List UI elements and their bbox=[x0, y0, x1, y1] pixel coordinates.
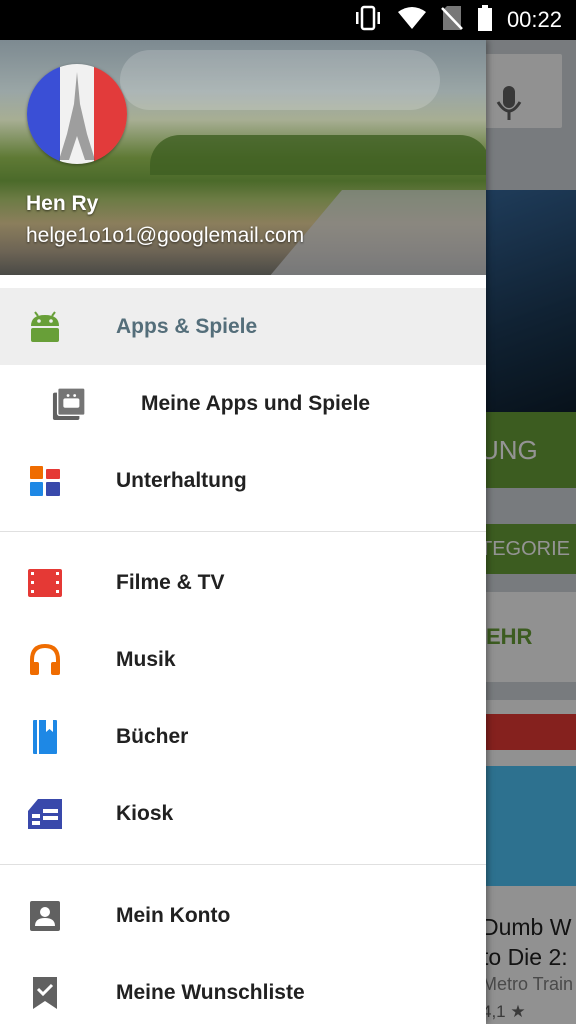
menu-label: Bücher bbox=[116, 724, 189, 748]
vibrate-icon bbox=[353, 5, 383, 36]
menu-label: Filme & TV bbox=[116, 570, 225, 594]
menu-item-apps-games[interactable]: Apps & Spiele bbox=[0, 288, 486, 365]
menu-label: Meine Apps und Spiele bbox=[141, 391, 371, 415]
no-sim-icon bbox=[441, 5, 463, 36]
movies-icon bbox=[28, 566, 62, 600]
divider bbox=[0, 531, 486, 532]
menu-item-entertainment[interactable]: Unterhaltung bbox=[0, 442, 486, 519]
eiffel-tower-icon bbox=[59, 72, 95, 160]
my-apps-icon bbox=[52, 386, 86, 421]
wishlist-icon bbox=[28, 976, 62, 1010]
newsstand-icon bbox=[28, 797, 62, 831]
menu-label: Mein Konto bbox=[116, 903, 231, 927]
battery-icon bbox=[477, 4, 493, 36]
navigation-drawer: Hen Ry helge1o1o1@googlemail.com Apps & … bbox=[0, 40, 486, 1024]
menu-label: Musik bbox=[116, 647, 176, 671]
menu-item-my-apps[interactable]: Meine Apps und Spiele bbox=[0, 365, 486, 442]
menu-item-kiosk[interactable]: Kiosk bbox=[0, 775, 486, 852]
music-icon bbox=[28, 643, 62, 677]
account-email[interactable]: helge1o1o1@googlemail.com bbox=[26, 224, 304, 248]
menu-label: Kiosk bbox=[116, 801, 174, 825]
status-bar: 00:22 bbox=[0, 0, 576, 40]
drawer-menu: Apps & Spiele Meine Apps und Spiele Unte… bbox=[0, 288, 486, 1024]
android-icon bbox=[28, 310, 62, 344]
books-icon bbox=[28, 719, 62, 754]
wifi-icon bbox=[397, 6, 427, 35]
menu-label: Meine Wunschliste bbox=[116, 980, 305, 1004]
avatar[interactable] bbox=[27, 64, 127, 164]
menu-item-wishlist[interactable]: Meine Wunschliste bbox=[0, 954, 486, 1024]
menu-item-movies-tv[interactable]: Filme & TV bbox=[0, 544, 486, 621]
menu-label: Unterhaltung bbox=[116, 468, 247, 492]
menu-label: Apps & Spiele bbox=[116, 314, 258, 338]
menu-item-books[interactable]: Bücher bbox=[0, 698, 486, 775]
account-name: Hen Ry bbox=[26, 192, 99, 215]
divider bbox=[0, 864, 486, 865]
menu-item-my-account[interactable]: Mein Konto bbox=[0, 877, 486, 954]
header-cloud bbox=[120, 50, 440, 110]
header-trees bbox=[150, 135, 486, 175]
entertainment-icon bbox=[28, 464, 62, 498]
menu-item-music[interactable]: Musik bbox=[0, 621, 486, 698]
clock: 00:22 bbox=[506, 7, 562, 32]
card-developer: Metro Train bbox=[482, 974, 574, 994]
account-icon bbox=[28, 899, 62, 933]
account-header[interactable]: Hen Ry helge1o1o1@googlemail.com bbox=[0, 40, 486, 275]
card-rating: 4,1 ★ bbox=[482, 1002, 526, 1021]
